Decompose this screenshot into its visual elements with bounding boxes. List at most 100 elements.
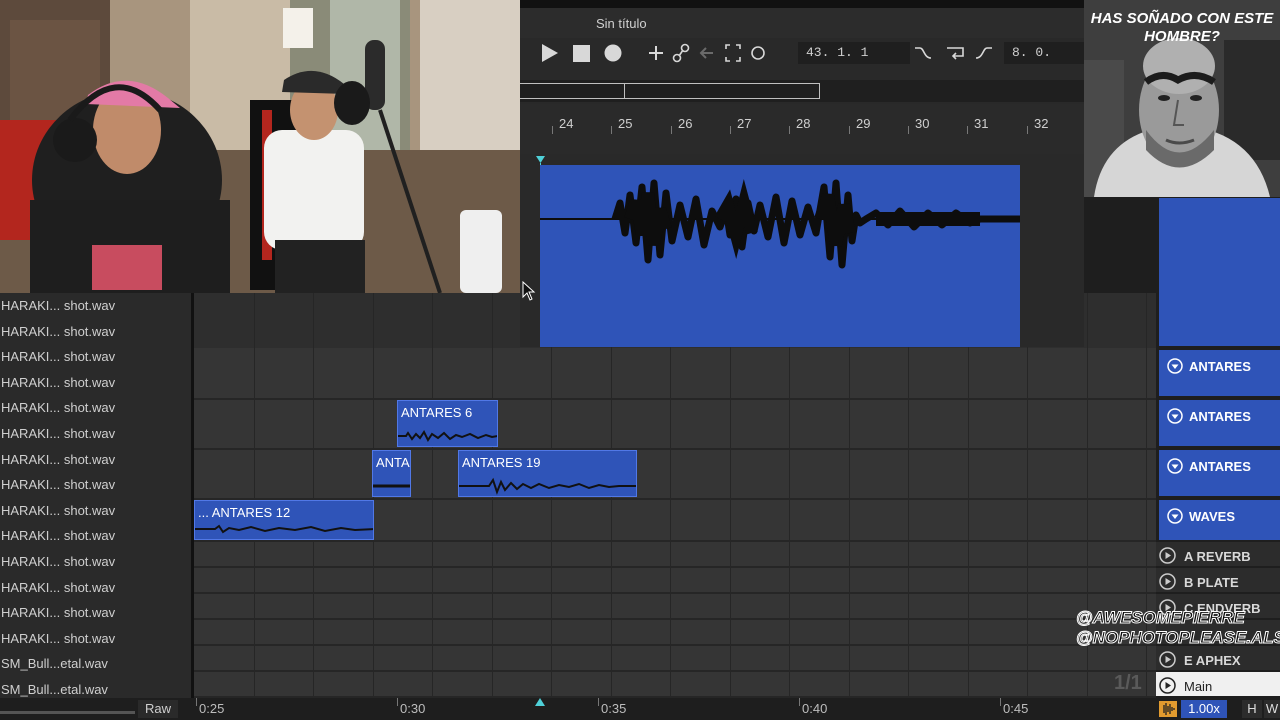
track-lane[interactable] [194,542,1156,568]
fade-out-icon[interactable] [914,42,932,64]
track-lane[interactable] [194,620,1156,646]
h-toggle-button[interactable]: H [1242,700,1262,718]
grid-line [967,293,969,698]
fold-icon[interactable] [1167,508,1183,524]
track-lane[interactable] [194,672,1156,698]
play-icon[interactable] [540,42,560,64]
beat-tick [730,126,731,134]
browser-file-item[interactable]: HARAKI... shot.wav [0,626,193,652]
position-display[interactable]: 43. 1. 1 [798,42,910,64]
browser-file-item[interactable]: HARAKI... shot.wav [0,600,193,626]
w-label: W [1265,701,1279,716]
fullscreen-icon[interactable] [725,42,741,64]
audio-clip-antares-12[interactable]: ... ANTARES 12 [194,500,374,540]
track-lane[interactable] [194,646,1156,672]
beat-label: 31 [974,116,989,131]
audio-clip-antares-6[interactable]: ANTARES 6 [397,400,498,447]
track-header-antares-2[interactable]: ANTARES [1159,400,1280,446]
browser-file-item[interactable]: HARAKI... shot.wav [0,472,193,498]
audio-clip-antares-19[interactable]: ANTARES 19 [458,450,637,497]
end-display[interactable]: 8. 0. [1004,42,1084,64]
browser-file-item[interactable]: HARAKI... shot.wav [0,549,193,575]
browser-file-item[interactable]: HARAKI... shot.wav [0,319,193,345]
webcam-studio-overlay [0,0,520,293]
link-icon[interactable] [672,42,690,64]
time-ruler[interactable]: Raw 0:25 0:30 0:35 0:40 0:45 1.00x H W [0,698,1280,720]
window-top-edge [520,0,1084,8]
beat-tick [789,126,790,134]
return-name: B PLATE [1184,575,1239,590]
track-header-waves[interactable]: WAVES [1159,500,1280,540]
audio-clip-main[interactable] [540,165,1020,347]
browser-file-item[interactable]: HARAKI... shot.wav [0,395,193,421]
file-browser: HARAKI... shot.wav HARAKI... shot.wav HARA… [0,293,193,698]
scroll-track[interactable] [0,711,135,714]
browser-file-item[interactable]: HARAKI... shot.wav [0,421,193,447]
clip-waveform [540,179,1020,269]
audio-clip-anta[interactable]: ANTA [372,450,411,497]
beat-tick [671,126,672,134]
track-name: ANTARES [1189,459,1251,474]
clip-waveform [398,430,497,442]
fold-icon[interactable] [1159,677,1176,694]
track-header-antares-3[interactable]: ANTARES [1159,450,1280,496]
zoom-text: 1.00x [1188,701,1220,716]
browser-file-item[interactable]: HARAKI... shot.wav [0,575,193,601]
clip-waveform [195,524,373,534]
back-arrow-icon[interactable] [699,42,715,64]
grid-line [848,293,850,698]
return-track-a-reverb[interactable]: A REVERB [1156,542,1280,567]
start-marker-icon[interactable] [536,156,545,163]
raw-toggle-button[interactable]: Raw [138,700,178,718]
overview-bar[interactable] [520,80,1084,102]
track-header-main-clip[interactable] [1159,198,1280,346]
beat-ruler[interactable]: 24 25 26 27 28 29 30 31 32 [520,104,1084,154]
browser-file-item[interactable]: HARAKI... shot.wav [0,498,193,524]
beat-tick [611,126,612,134]
browser-file-item[interactable]: HARAKI... shot.wav [0,447,193,473]
clip-waveform [373,484,410,488]
loop-icon[interactable] [944,42,966,64]
beat-tick [849,126,850,134]
fold-icon[interactable] [1167,408,1183,424]
end-value: 8. 0. [1012,45,1052,60]
track-lane[interactable] [194,594,1156,620]
w-toggle-button[interactable]: W [1264,700,1280,718]
return-name: A REVERB [1184,549,1251,564]
time-tick [598,698,599,706]
fold-icon[interactable] [1159,547,1176,564]
return-track-b-plate[interactable]: B PLATE [1156,568,1280,593]
track-header-antares-1[interactable]: ANTARES [1159,350,1280,396]
track-lane[interactable] [194,348,1156,400]
browser-file-item[interactable]: HARAKI... shot.wav [0,523,193,549]
track-lane[interactable] [194,400,1156,450]
track-lane[interactable] [194,450,1156,500]
main-track[interactable]: Main [1156,672,1280,697]
overview-playhead [624,83,625,99]
playhead-marker-icon[interactable] [535,698,545,706]
arrangement-view[interactable]: ANTARES 6 ANTA ANTARES 19 ... ANTARES 12 [194,293,1156,698]
fold-icon[interactable] [1159,573,1176,590]
record-icon[interactable] [603,42,623,64]
return-name: E APHEX [1184,653,1241,668]
stop-icon[interactable] [572,42,592,64]
browser-file-item[interactable]: HARAKI... shot.wav [0,344,193,370]
fold-icon[interactable] [1167,358,1183,374]
track-lane[interactable] [194,568,1156,594]
return-track-e-aphex[interactable]: E APHEX [1156,646,1280,671]
fold-icon[interactable] [1167,458,1183,474]
beat-label: 28 [796,116,811,131]
add-icon[interactable] [648,42,664,64]
overview-viewport[interactable] [520,83,820,99]
beat-label: 24 [559,116,574,131]
waveform-icon[interactable] [1159,701,1177,717]
position-value: 43. 1. 1 [806,45,869,60]
fade-in-icon[interactable] [975,42,993,64]
browser-file-item[interactable]: HARAKI... shot.wav [0,370,193,396]
browser-file-item[interactable]: SM_Bull...etal.wav [0,651,193,677]
browser-file-item[interactable]: HARAKI... shot.wav [0,293,193,319]
fold-icon[interactable] [1159,651,1176,668]
beat-tick [552,126,553,134]
zoom-value[interactable]: 1.00x [1181,700,1227,718]
circle-icon[interactable] [750,42,766,64]
